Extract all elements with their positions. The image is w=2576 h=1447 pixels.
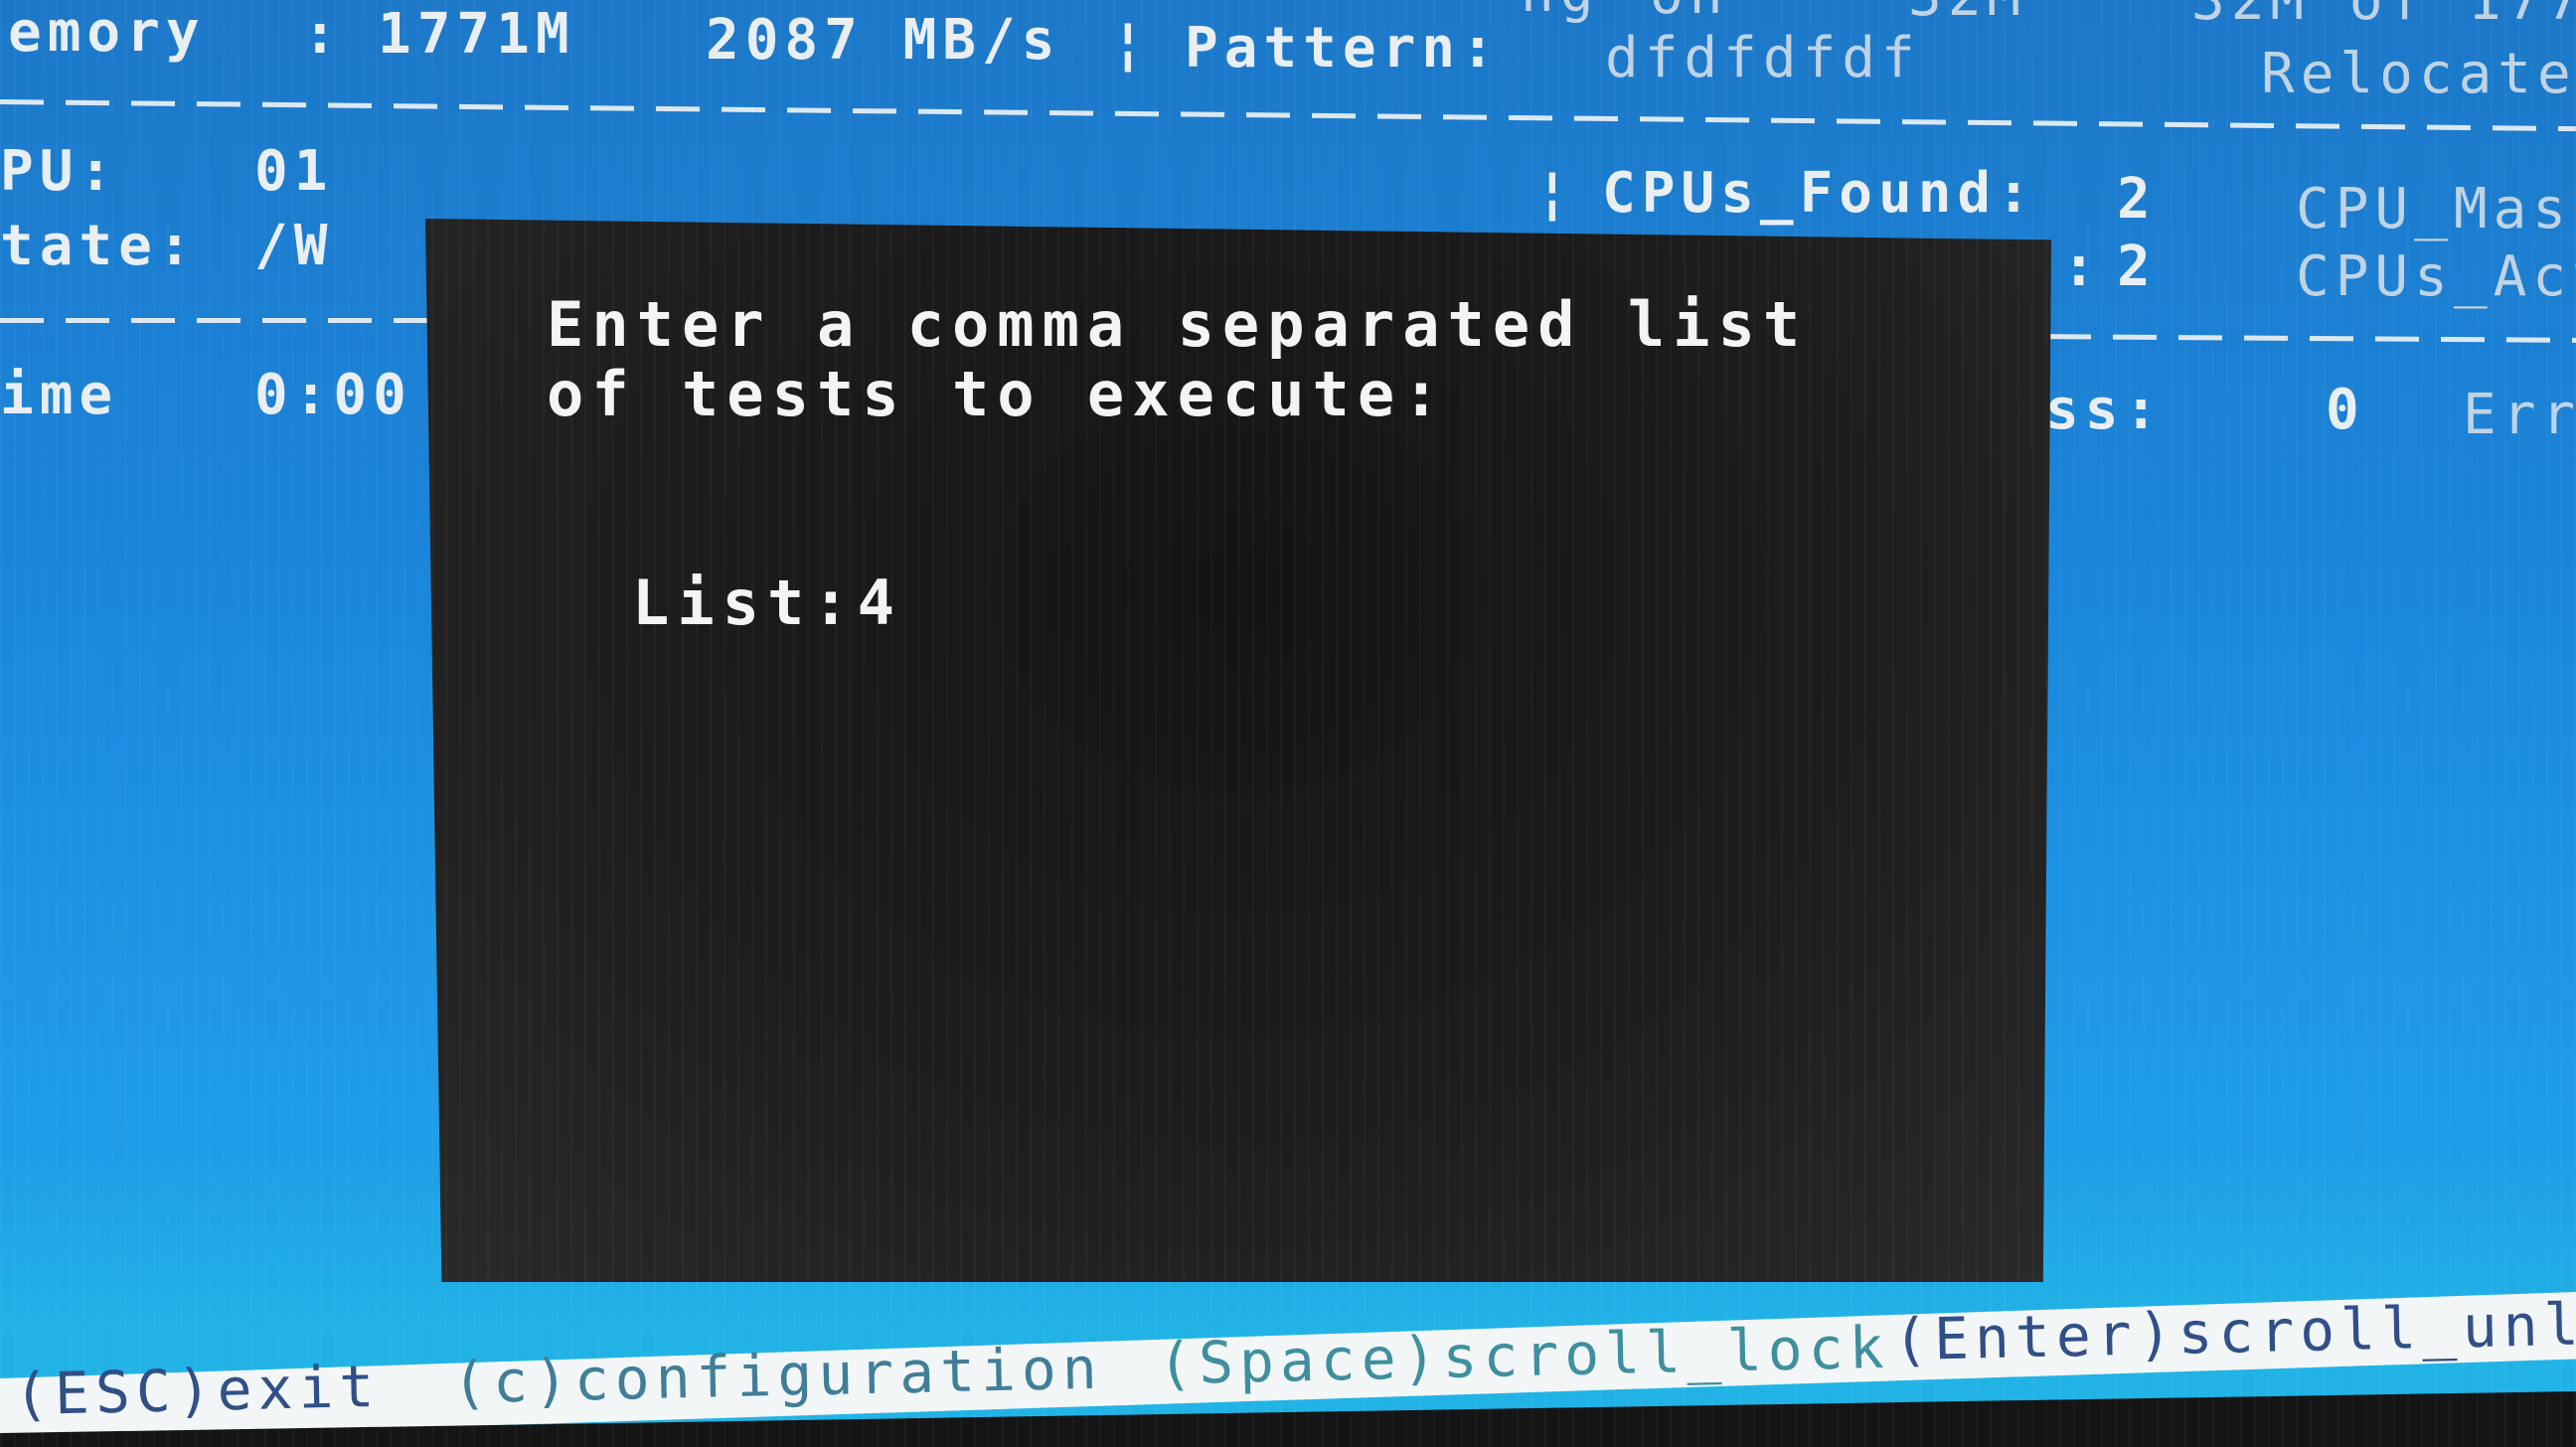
state-label: tate: [0,214,198,278]
top-fragment: ng [1521,0,1599,25]
top-fragment: 32M [1908,0,2026,29]
divider-right [2046,334,2576,343]
cpus-found-separator: ¦ [1535,161,1575,226]
memory-speed: 2087 MB/s [706,8,1061,73]
header-separator: ¦ [1111,12,1151,77]
state-value: /W [254,214,334,278]
dialog-prompt-line1: Enter a comma separated list [547,288,1809,361]
time-label: ime [0,363,119,427]
scroll-lock-hint[interactable]: (Space)scroll_lock [1157,1314,1890,1398]
test-list-value[interactable]: 4 [858,566,894,639]
cpus-active-label: CPUs_Act [2296,244,2576,309]
test-list-input[interactable]: List:4 [632,566,894,639]
memtest-screen: ng on 32M 32M of 1771 emory : 1771M 2087… [0,0,2576,1447]
cpu-value: 01 [254,139,334,204]
memory-label: emory [8,0,206,65]
cpus-active-separator: : [2062,235,2102,299]
memory-separator: : [303,2,343,67]
pass-value: 0 [2326,378,2365,442]
divider-left [0,318,427,323]
pattern-label: Pattern: [1185,16,1501,80]
cpus-active-value: 2 [2117,235,2157,299]
test-list-label: List: [632,566,858,639]
pass-label: ss: [2045,378,2165,442]
divider [0,99,2576,132]
dialog-prompt-line2: of tests to execute: [547,358,1448,430]
cpu-mask-label: CPU_Mask [2296,177,2576,241]
cpu-label: PU: [0,139,119,204]
relocated-label: Relocated [2261,42,2576,106]
errors-label: Err [2463,383,2576,447]
top-fragment: 32M of 1771 [2191,0,2576,33]
time-value: 0:00 [254,363,412,427]
esc-exit-hint[interactable]: (ESC)exit [13,1353,381,1428]
top-fragment: on [1650,0,1728,27]
cpus-found-value: 2 [2117,167,2157,232]
cpus-found-label: CPUs_Found: [1602,161,2036,226]
pattern-value: dfdfdfdf [1605,26,1921,90]
test-selection-dialog: Enter a comma separated list of tests to… [425,219,2051,1282]
memory-value: 1771M [378,2,575,67]
